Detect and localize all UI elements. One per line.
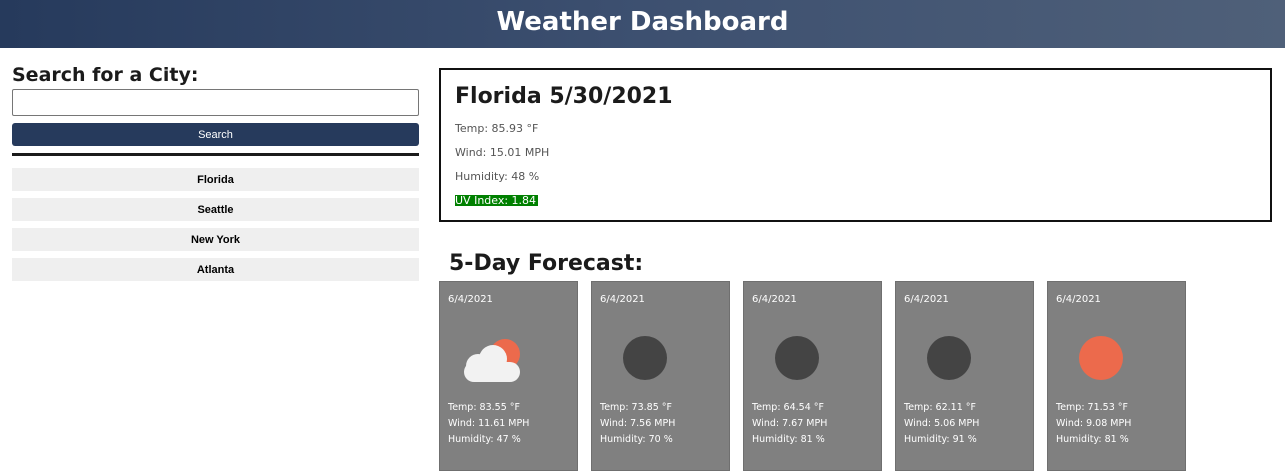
- history-item-seattle[interactable]: Seattle: [12, 198, 419, 221]
- forecast-wind: Wind: 5.06 MPH: [904, 418, 980, 429]
- forecast-date: 6/4/2021: [448, 294, 493, 305]
- forecast-temp: Temp: 62.11 °F: [904, 402, 976, 413]
- forecast-title: 5-Day Forecast:: [449, 251, 644, 276]
- search-sidebar: Search for a City: Search Florida Seattl…: [12, 62, 419, 288]
- forecast-card: 6/4/2021 Temp: 73.85 °F Wind: 7.56 MPH H…: [591, 281, 730, 471]
- forecast-card: 6/4/2021 Temp: 64.54 °F Wind: 7.67 MPH H…: [743, 281, 882, 471]
- forecast-date: 6/4/2021: [752, 294, 797, 305]
- forecast-date: 6/4/2021: [1056, 294, 1101, 305]
- forecast-temp: Temp: 64.54 °F: [752, 402, 824, 413]
- partly-cloudy-icon: [464, 339, 520, 382]
- forecast-date: 6/4/2021: [904, 294, 949, 305]
- uv-index-badge: UV Index: 1.84: [455, 194, 538, 207]
- forecast-wind: Wind: 7.67 MPH: [752, 418, 828, 429]
- moon-icon: [927, 336, 971, 380]
- forecast-humidity: Humidity: 70 %: [600, 434, 673, 445]
- current-humidity: Humidity: 48 %: [455, 170, 540, 183]
- search-title: Search for a City:: [12, 64, 199, 86]
- sun-icon: [1079, 336, 1123, 380]
- forecast-temp: Temp: 73.85 °F: [600, 402, 672, 413]
- forecast-wind: Wind: 11.61 MPH: [448, 418, 530, 429]
- current-temp: Temp: 85.93 °F: [455, 122, 539, 135]
- forecast-date: 6/4/2021: [600, 294, 645, 305]
- history-item-florida[interactable]: Florida: [12, 168, 419, 191]
- current-city-title: Florida 5/30/2021: [455, 84, 673, 109]
- city-search-input[interactable]: [12, 89, 419, 116]
- moon-icon: [623, 336, 667, 380]
- forecast-card: 6/4/2021 Temp: 62.11 °F Wind: 5.06 MPH H…: [895, 281, 1034, 471]
- current-weather-panel: Florida 5/30/2021 Temp: 85.93 °F Wind: 1…: [439, 68, 1272, 222]
- sidebar-divider: [12, 153, 419, 156]
- forecast-humidity: Humidity: 47 %: [448, 434, 521, 445]
- forecast-wind: Wind: 7.56 MPH: [600, 418, 676, 429]
- search-history: Florida Seattle New York Atlanta: [12, 168, 419, 281]
- history-item-new-york[interactable]: New York: [12, 228, 419, 251]
- forecast-card: 6/4/2021 Temp: 71.53 °F Wind: 9.08 MPH H…: [1047, 281, 1186, 471]
- forecast-temp: Temp: 83.55 °F: [448, 402, 520, 413]
- current-wind: Wind: 15.01 MPH: [455, 146, 550, 159]
- moon-icon: [775, 336, 819, 380]
- history-item-atlanta[interactable]: Atlanta: [12, 258, 419, 281]
- forecast-temp: Temp: 71.53 °F: [1056, 402, 1128, 413]
- app-header: Weather Dashboard: [0, 0, 1285, 48]
- forecast-humidity: Humidity: 81 %: [1056, 434, 1129, 445]
- forecast-humidity: Humidity: 81 %: [752, 434, 825, 445]
- page-title: Weather Dashboard: [496, 7, 789, 37]
- forecast-card: 6/4/2021 Temp: 83.55 °F Wind: 11.61 MPH …: [439, 281, 578, 471]
- forecast-wind: Wind: 9.08 MPH: [1056, 418, 1132, 429]
- search-button[interactable]: Search: [12, 123, 419, 146]
- forecast-humidity: Humidity: 91 %: [904, 434, 977, 445]
